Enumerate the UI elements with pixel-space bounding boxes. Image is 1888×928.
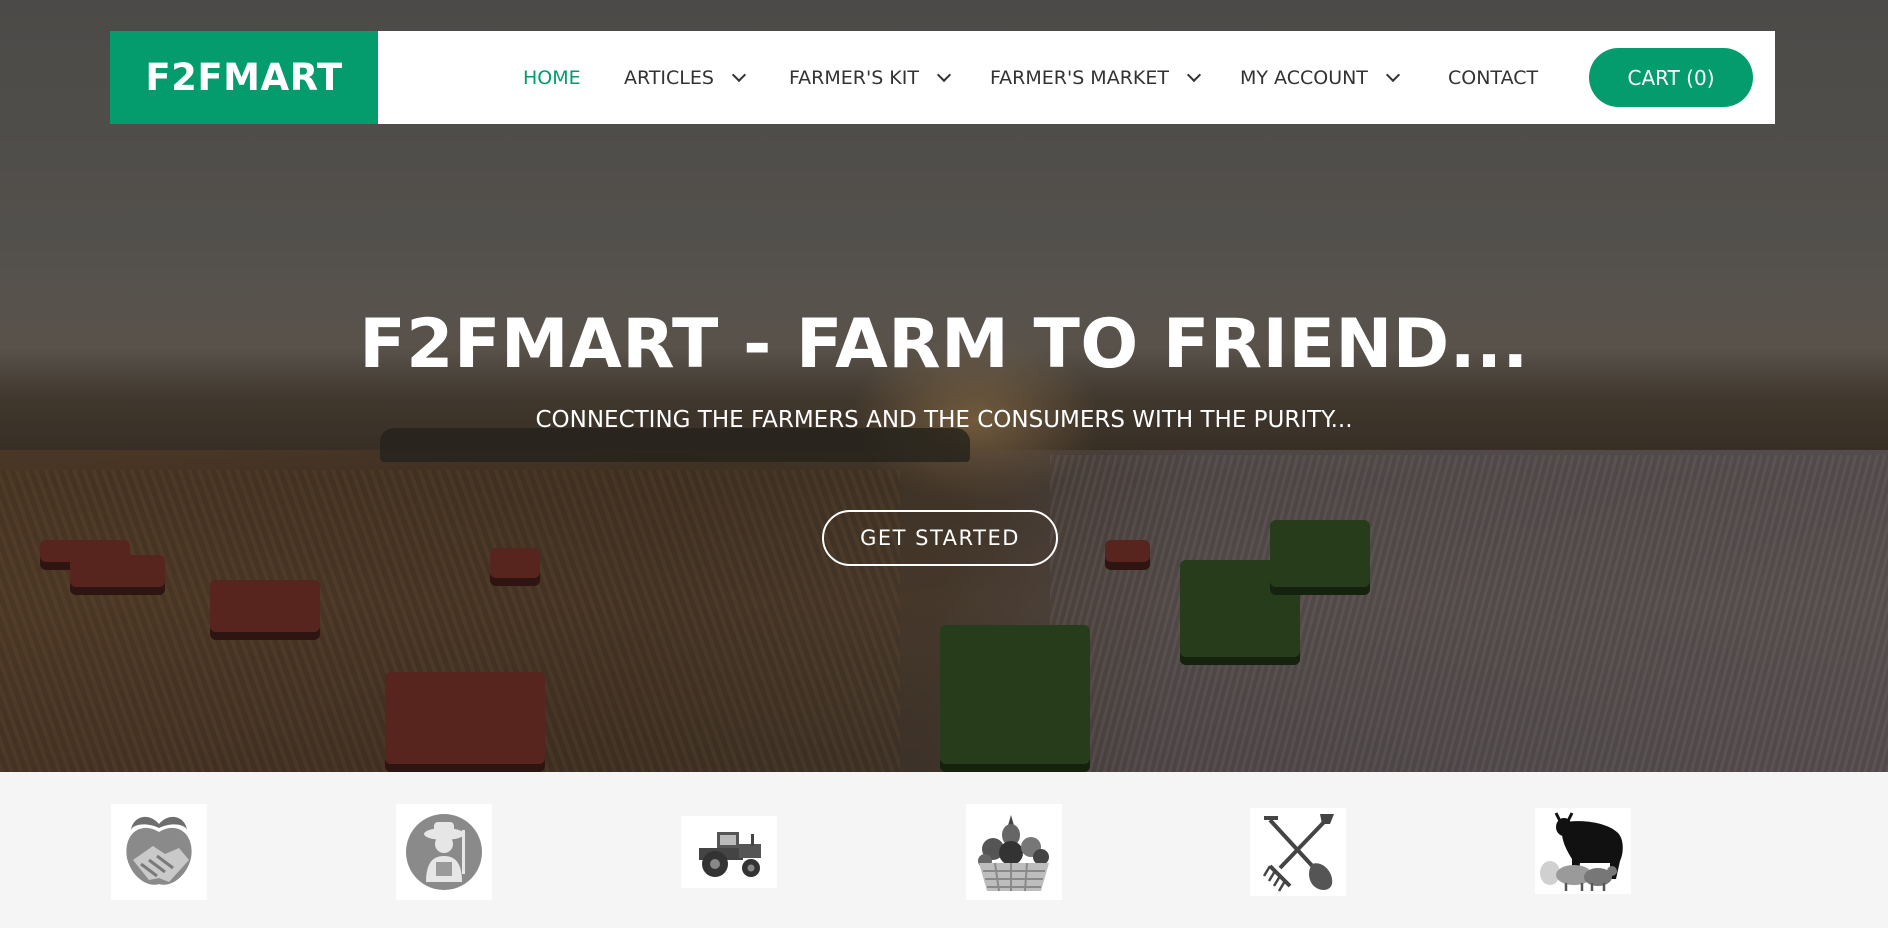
category-fruit-basket[interactable] xyxy=(966,804,1062,900)
category-strip xyxy=(0,772,1888,928)
hero-title: F2FMART - FARM TO FRIEND... xyxy=(359,305,1529,384)
chevron-down-icon xyxy=(1385,67,1400,83)
nav-my-account-label: MY ACCOUNT xyxy=(1240,66,1368,89)
livestock-icon xyxy=(1540,812,1623,891)
farmer-icon xyxy=(406,814,482,890)
brand-logo[interactable]: F2FMART xyxy=(110,31,378,124)
tractor-icon xyxy=(699,832,761,877)
hero-subtitle: CONNECTING THE FARMERS AND THE CONSUMERS… xyxy=(535,407,1353,433)
nav-farmers-market-label: FARMER'S MARKET xyxy=(990,66,1169,89)
nav-contact-label: CONTACT xyxy=(1448,66,1539,89)
nav-home-label: HOME xyxy=(523,66,581,89)
chevron-down-icon xyxy=(1186,67,1202,83)
shovel-rake-icon xyxy=(1262,814,1334,892)
category-apple-handshake[interactable] xyxy=(111,804,207,900)
chevron-down-icon xyxy=(936,67,952,83)
nav-articles[interactable]: ARTICLES xyxy=(624,31,747,124)
apple-handshake-icon xyxy=(126,816,192,885)
category-farmer[interactable] xyxy=(396,804,492,900)
nav-farmers-kit[interactable]: FARMER'S KIT xyxy=(789,31,952,124)
nav-contact[interactable]: CONTACT xyxy=(1448,31,1538,124)
navbar: F2FMART HOME ARTICLES FARMER'S KIT FARME… xyxy=(110,31,1775,124)
chevron-down-icon xyxy=(731,67,747,83)
fruit-basket-icon xyxy=(978,815,1049,892)
nav-articles-label: ARTICLES xyxy=(624,66,714,89)
category-tractor[interactable] xyxy=(681,816,777,888)
nav-my-account[interactable]: MY ACCOUNT xyxy=(1240,31,1400,124)
get-started-button[interactable]: GET STARTED xyxy=(822,510,1058,566)
category-tools[interactable] xyxy=(1250,808,1346,896)
nav-home[interactable]: HOME xyxy=(523,31,581,124)
nav-farmers-kit-label: FARMER'S KIT xyxy=(789,66,919,89)
category-livestock[interactable] xyxy=(1535,808,1631,894)
cart-button[interactable]: CART (0) xyxy=(1589,48,1753,107)
nav-farmers-market[interactable]: FARMER'S MARKET xyxy=(990,31,1202,124)
